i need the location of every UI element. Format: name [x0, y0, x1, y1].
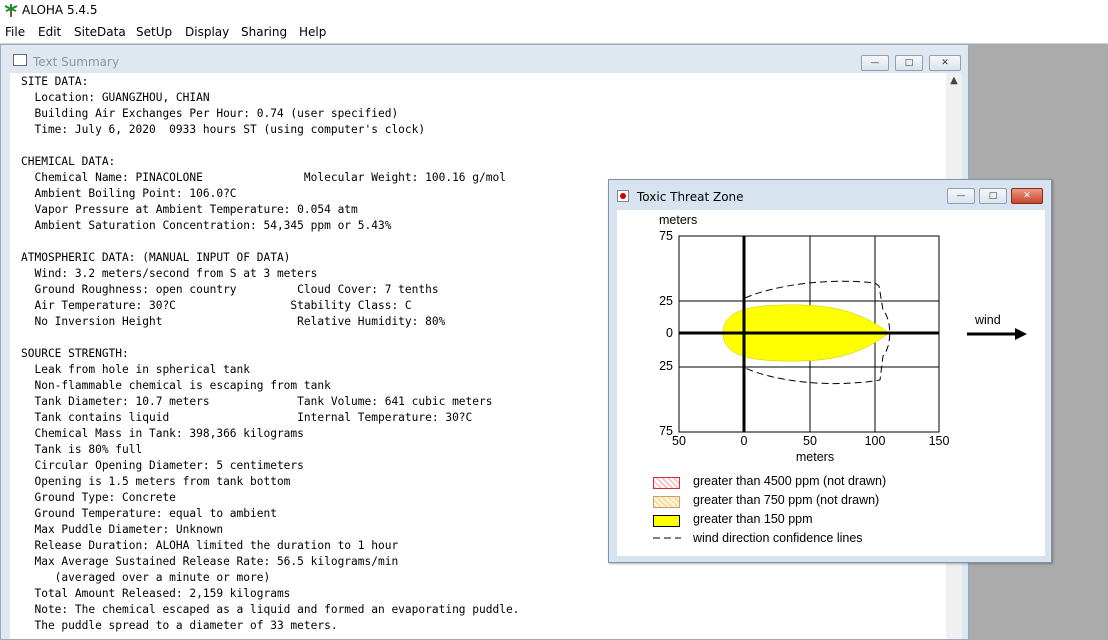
summary-line: SITE DATA:: [21, 75, 89, 88]
y-tick-label: 25: [659, 294, 673, 308]
summary-line: Ground Type: Concrete: [21, 491, 176, 504]
text-window-icon: [13, 54, 27, 66]
menu-setup[interactable]: SetUp: [136, 25, 172, 39]
legend-swatch-4500: [653, 477, 680, 489]
maximize-button[interactable]: □: [895, 55, 923, 71]
menu-bar: File Edit SiteData SetUp Display Sharing…: [0, 22, 1108, 44]
legend-swatch-750: [653, 496, 680, 508]
x-tick-label: 100: [865, 434, 886, 448]
app-titlebar: ALOHA 5.4.5: [0, 0, 1108, 22]
menu-sitedata[interactable]: SiteData: [74, 25, 126, 39]
summary-line: Note: The chemical escaped as a liquid a…: [21, 603, 520, 616]
y-tick-label: 25: [659, 359, 673, 373]
menu-display[interactable]: Display: [185, 25, 229, 39]
summary-line: Max Average Sustained Release Rate: 56.5…: [21, 555, 399, 568]
summary-line: [21, 330, 519, 346]
menu-sharing[interactable]: Sharing: [241, 25, 287, 39]
threat-zone-title: Toxic Threat Zone: [637, 190, 744, 204]
legend-label-4500: greater than 4500 ppm (not drawn): [693, 474, 887, 488]
close-button[interactable]: ✕: [929, 55, 961, 71]
legend-swatch-150: [653, 515, 680, 527]
summary-line: Time: July 6, 2020 0933 hours ST (using …: [21, 123, 426, 136]
summary-line: Circular Opening Diameter: 5 centimeters: [21, 459, 304, 472]
summary-line: Chemical Mass in Tank: 398,366 kilograms: [21, 427, 304, 440]
x-tick-label: 50: [672, 434, 686, 448]
y-axis-unit: meters: [659, 213, 697, 227]
summary-line: ATMOSPHERIC DATA: (MANUAL INPUT OF DATA): [21, 251, 291, 264]
summary-line: Leak from hole in spherical tank: [21, 363, 251, 376]
summary-line: (averaged over a minute or more): [21, 571, 271, 584]
summary-line: Release Duration: ALOHA limited the dura…: [21, 539, 399, 552]
summary-line: Max Puddle Diameter: Unknown: [21, 523, 224, 536]
summary-line: Ground Roughness: open country Cloud Cov…: [21, 283, 439, 296]
summary-line: Tank is 80% full: [21, 443, 143, 456]
tz-close-button[interactable]: ✕: [1011, 188, 1043, 204]
summary-line: Building Air Exchanges Per Hour: 0.74 (u…: [21, 107, 399, 120]
y-tick-label: 75: [659, 424, 673, 438]
summary-line: Ambient Boiling Point: 106.0?C: [21, 187, 237, 200]
legend-label-150: greater than 150 ppm: [693, 512, 813, 526]
summary-line: CHEMICAL DATA:: [21, 155, 116, 168]
tz-maximize-button[interactable]: □: [979, 188, 1007, 204]
aloha-palm-icon: [4, 4, 18, 17]
summary-line: Ambient Saturation Concentration: 54,345…: [21, 219, 392, 232]
app-title: ALOHA 5.4.5: [22, 3, 98, 17]
x-axis-unit: meters: [796, 450, 834, 464]
scroll-up-icon[interactable]: ▲: [946, 73, 962, 89]
summary-line: The puddle spread to a diameter of 33 me…: [21, 619, 338, 632]
summary-line: Total Amount Released: 2,159 kilograms: [21, 587, 291, 600]
threat-zone-window-icon: [617, 190, 629, 202]
summary-line: Ground Temperature: equal to ambient: [21, 507, 277, 520]
tz-minimize-button[interactable]: —: [947, 188, 975, 204]
summary-line: Tank Diameter: 10.7 meters Tank Volume: …: [21, 395, 493, 408]
menu-edit[interactable]: Edit: [38, 25, 61, 39]
threat-zone-window: Toxic Threat Zone — □ ✕ meters 75 25 0 2…: [608, 179, 1052, 563]
summary-line: Non-flammable chemical is escaping from …: [21, 379, 331, 392]
text-summary-title: Text Summary: [33, 55, 120, 69]
summary-line: [21, 234, 519, 250]
wind-arrowhead-icon: [1015, 328, 1027, 340]
summary-line: Chemical Name: PINACOLONE Molecular Weig…: [21, 171, 506, 184]
legend-label-750: greater than 750 ppm (not drawn): [693, 493, 880, 507]
summary-line: Vapor Pressure at Ambient Temperature: 0…: [21, 203, 358, 216]
summary-line: SOURCE STRENGTH:: [21, 347, 129, 360]
summary-line: Tank contains liquid Internal Temperatur…: [21, 411, 473, 424]
legend-label-wind-confidence: wind direction confidence lines: [693, 531, 863, 545]
x-tick-label: 50: [803, 434, 817, 448]
y-tick-label: 0: [666, 326, 673, 340]
summary-line: No Inversion Height Relative Humidity: 8…: [21, 315, 446, 328]
summary-line: [21, 138, 519, 154]
summary-line: Opening is 1.5 meters from tank bottom: [21, 475, 291, 488]
y-tick-label: 75: [659, 229, 673, 243]
threat-zone-plot-area: meters 75 25 0 25 75 50 0 50 100 150 met…: [617, 210, 1045, 556]
summary-line: Location: GUANGZHOU, CHIAN: [21, 91, 210, 104]
menu-file[interactable]: File: [5, 25, 25, 39]
x-tick-label: 150: [929, 434, 950, 448]
minimize-button[interactable]: —: [861, 55, 889, 71]
x-tick-label: 0: [741, 434, 748, 448]
summary-line: Wind: 3.2 meters/second from S at 3 mete…: [21, 267, 318, 280]
summary-text: SITE DATA: Location: GUANGZHOU, CHIAN Bu…: [21, 74, 519, 634]
wind-label: wind: [974, 313, 1001, 327]
menu-help[interactable]: Help: [299, 25, 326, 39]
summary-line: Air Temperature: 30?C Stability Class: C: [21, 299, 412, 312]
